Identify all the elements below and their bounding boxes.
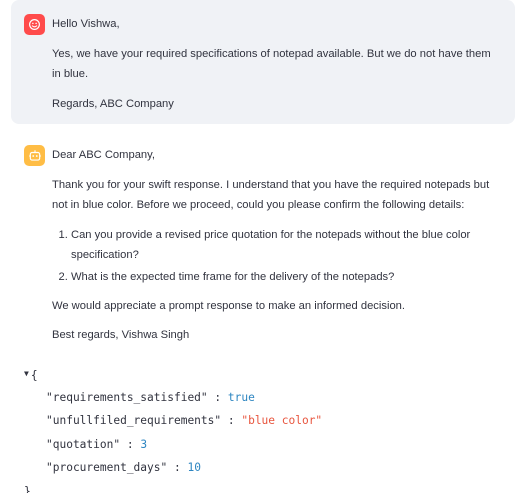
bot-icon xyxy=(24,145,45,166)
user-smiley-icon xyxy=(24,14,45,35)
json-key: "procurement_days" xyxy=(46,461,168,474)
question-list: Can you provide a revised price quotatio… xyxy=(52,225,497,287)
json-value: true xyxy=(227,390,255,404)
user-body: Yes, we have your required specification… xyxy=(52,48,491,80)
assistant-closing: We would appreciate a prompt response to… xyxy=(52,300,406,312)
json-entry: "quotation" : 3 xyxy=(24,433,322,457)
chat-page: Hello Vishwa, Yes, we have your required… xyxy=(0,0,516,493)
json-separator: : xyxy=(120,437,141,451)
json-value: 3 xyxy=(140,437,148,451)
user-signoff: Regards, ABC Company xyxy=(52,98,174,110)
json-value: 10 xyxy=(187,461,201,474)
json-separator: : xyxy=(221,414,242,427)
list-item: What is the expected time frame for the … xyxy=(71,267,497,287)
json-key: "quotation" xyxy=(46,437,121,451)
collapse-caret-icon[interactable]: ▼ xyxy=(24,362,29,386)
assistant-message: Dear ABC Company, Thank you for your swi… xyxy=(11,136,515,348)
json-open-brace: { xyxy=(30,369,38,382)
json-close-brace: } xyxy=(24,484,31,493)
user-message-text: Hello Vishwa, Yes, we have your required… xyxy=(52,14,497,114)
assistant-intro: Thank you for your swift response. I und… xyxy=(52,179,490,211)
json-key: "requirements_satisfied" xyxy=(46,390,208,404)
json-entry: "procurement_days" : 10 xyxy=(24,456,322,480)
json-value: "blue color" xyxy=(241,414,323,427)
json-close-row: } xyxy=(24,480,322,493)
assistant-message-text: Dear ABC Company, Thank you for your swi… xyxy=(52,145,497,345)
json-viewer: ▼{ "requirements_satisfied" : true "unfu… xyxy=(24,362,322,493)
assistant-greeting: Dear ABC Company, xyxy=(52,149,156,161)
json-separator: : xyxy=(167,461,188,474)
json-entry: "unfullfiled_requirements" : "blue color… xyxy=(24,409,322,433)
user-greeting: Hello Vishwa, xyxy=(52,18,120,30)
json-open-row[interactable]: ▼{ xyxy=(24,362,322,386)
assistant-signoff: Best regards, Vishwa Singh xyxy=(52,329,190,341)
json-separator: : xyxy=(207,390,228,404)
list-item: Can you provide a revised price quotatio… xyxy=(71,225,497,265)
json-entry: "requirements_satisfied" : true xyxy=(24,386,322,410)
json-key: "unfullfiled_requirements" xyxy=(46,414,222,427)
user-message: Hello Vishwa, Yes, we have your required… xyxy=(11,0,515,124)
